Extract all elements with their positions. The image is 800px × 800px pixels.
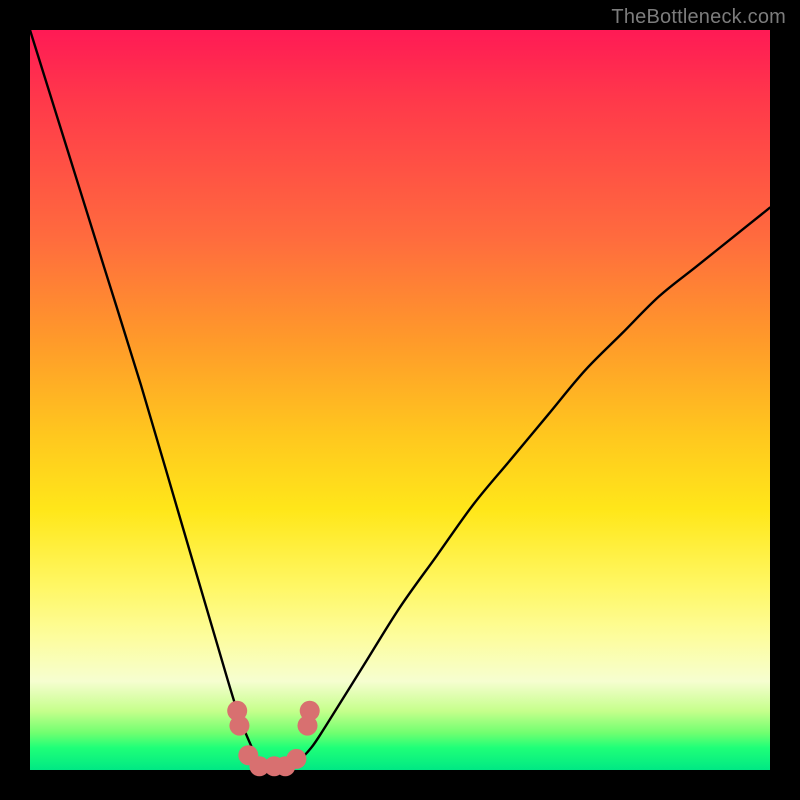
marker-dot xyxy=(229,716,249,736)
marker-dot xyxy=(300,701,320,721)
plot-area xyxy=(30,30,770,770)
bottleneck-curve xyxy=(30,30,770,771)
chart-svg xyxy=(30,30,770,770)
chart-frame: TheBottleneck.com xyxy=(0,0,800,800)
marker-dot xyxy=(286,749,306,769)
bottleneck-markers xyxy=(227,701,320,777)
watermark-text: TheBottleneck.com xyxy=(611,6,786,29)
